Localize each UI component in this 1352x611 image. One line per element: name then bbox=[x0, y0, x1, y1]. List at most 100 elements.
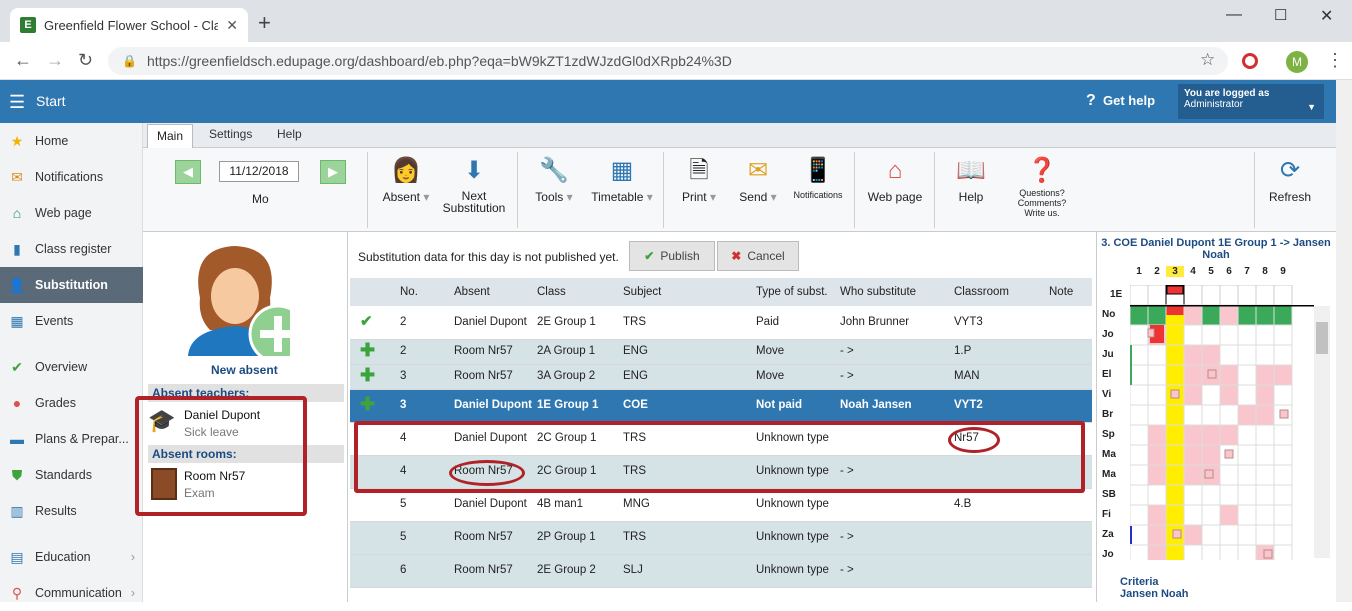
grid-cell bbox=[1147, 364, 1167, 386]
print-button[interactable]: 🗎 Print ▾ bbox=[676, 154, 722, 204]
absent-button[interactable]: 👩 Absent ▾ bbox=[378, 154, 434, 204]
tab-close-icon[interactable]: ✕ bbox=[226, 17, 238, 34]
tab-help[interactable]: Help bbox=[277, 127, 302, 141]
new-absent-link[interactable]: New absent bbox=[211, 363, 278, 377]
reload-icon[interactable]: ↻ bbox=[78, 50, 93, 71]
teacher-row-label[interactable]: Vi bbox=[1102, 389, 1111, 400]
cell-type: Unknown type bbox=[752, 521, 836, 555]
omnibox[interactable]: 🔒 https://greenfieldsch.edupage.org/dash… bbox=[108, 47, 1228, 75]
conflict-marker bbox=[1170, 389, 1180, 399]
refresh-label: Refresh bbox=[1268, 190, 1312, 204]
teacher-row-label[interactable]: El bbox=[1102, 369, 1111, 380]
sidebar-item-grades[interactable]: ● Grades bbox=[0, 385, 143, 421]
table-row[interactable]: ✚ 3 Room Nr57 3A Group 2 ENG Move - > MAN bbox=[350, 364, 1092, 390]
plus-icon[interactable]: ✚ bbox=[350, 389, 396, 423]
table-row[interactable]: ✔ 2 Daniel Dupont 2E Group 1 TRS Paid John Bru… bbox=[350, 306, 1092, 340]
new-tab-icon[interactable]: + bbox=[258, 10, 271, 36]
sidebar-item-events[interactable]: ▦ Events bbox=[0, 303, 143, 339]
teacher-avatar-icon[interactable] bbox=[180, 238, 290, 356]
sidebar-item-results[interactable]: ▥ Results bbox=[0, 493, 143, 529]
grid-cell bbox=[1255, 484, 1275, 506]
highlight-box bbox=[135, 396, 307, 516]
class-label: 1E bbox=[1110, 289, 1123, 300]
timetable-button[interactable]: ▦ Timetable ▾ bbox=[586, 154, 658, 204]
profile-avatar[interactable]: M bbox=[1286, 51, 1308, 73]
url-text[interactable]: https://greenfieldsch.edupage.org/dashbo… bbox=[147, 53, 732, 69]
next-substitution-button[interactable]: ⬇ Next Substitution bbox=[440, 154, 508, 214]
grid-scroll-thumb[interactable] bbox=[1316, 322, 1328, 354]
sidebar-item-education[interactable]: ▤ Education › bbox=[0, 539, 143, 575]
sidebar-item-web-page[interactable]: ⌂ Web page bbox=[0, 195, 143, 231]
conflict-marker bbox=[1263, 549, 1273, 559]
teacher-row-label[interactable]: Ma bbox=[1102, 469, 1116, 480]
grid-cell bbox=[1130, 324, 1149, 346]
sidebar-item-standards[interactable]: ⛊ Standards bbox=[0, 457, 143, 493]
sidebar-item-home[interactable]: ★ Home bbox=[0, 123, 143, 159]
teacher-row-label[interactable]: Sp bbox=[1102, 429, 1115, 440]
check-icon[interactable]: ✔ bbox=[350, 306, 396, 340]
sidebar-item-class-register[interactable]: ▮ Class register bbox=[0, 231, 143, 267]
sidebar-item-substitution[interactable]: 👤 Substitution bbox=[0, 267, 143, 303]
prev-day-button[interactable]: ◀ bbox=[175, 160, 201, 184]
get-help-button[interactable]: ? Get help bbox=[1086, 92, 1155, 110]
cancel-button[interactable]: ✖ Cancel bbox=[717, 241, 799, 271]
table-row[interactable]: 6 Room Nr57 2E Group 2 SLJ Unknown type - > bbox=[350, 554, 1092, 588]
grid-cell bbox=[1273, 444, 1293, 466]
bookmark-star-icon[interactable]: ☆ bbox=[1200, 50, 1215, 70]
tab-main[interactable]: Main bbox=[147, 124, 193, 148]
record-icon[interactable] bbox=[1242, 53, 1258, 69]
minimize-icon[interactable]: — bbox=[1226, 6, 1242, 24]
browser-menu-icon[interactable]: ⋮ bbox=[1326, 50, 1344, 71]
notifications-button[interactable]: 📱 Notifications bbox=[790, 154, 846, 200]
grid-cell bbox=[1147, 424, 1167, 446]
questions-button[interactable]: ❓ Questions? Comments? Write us. bbox=[1008, 154, 1076, 218]
cell-class: 3A Group 2 bbox=[533, 364, 619, 390]
web-page-button[interactable]: ⌂ Web page bbox=[864, 154, 926, 204]
hamburger-icon[interactable]: ☰ bbox=[9, 92, 25, 113]
tools-button[interactable]: 🔧 Tools ▾ bbox=[528, 154, 580, 204]
teacher-row-label[interactable]: Ma bbox=[1102, 449, 1116, 460]
login-box[interactable]: You are logged as Administrator ▼ bbox=[1178, 84, 1324, 119]
help-button[interactable]: 📖 Help bbox=[948, 154, 994, 204]
sidebar-item-communication[interactable]: ⚲ Communication › bbox=[0, 575, 143, 611]
table-row[interactable]: ✚ 2 Room Nr57 2A Group 1 ENG Move - >1.P bbox=[350, 339, 1092, 365]
refresh-button[interactable]: ⟳ Refresh bbox=[1264, 154, 1316, 204]
sidebar-item-overview[interactable]: ✔ Overview bbox=[0, 349, 143, 385]
teacher-row-label[interactable]: Jo bbox=[1102, 549, 1114, 560]
teacher-row-label[interactable]: SB bbox=[1102, 489, 1116, 500]
forward-icon[interactable]: → bbox=[46, 50, 64, 71]
tab-settings[interactable]: Settings bbox=[209, 127, 252, 141]
page-scrollbar[interactable] bbox=[1336, 80, 1352, 602]
teacher-row-label[interactable]: Ju bbox=[1102, 349, 1114, 360]
sidebar-item-plans-prepar[interactable]: ▬ Plans & Prepar... bbox=[0, 421, 143, 457]
refresh-icon: ⟳ bbox=[1279, 157, 1301, 184]
maximize-icon[interactable]: ☐ bbox=[1274, 6, 1287, 24]
plus-icon[interactable]: ✚ bbox=[350, 364, 396, 390]
teacher-row-label[interactable]: Fi bbox=[1102, 509, 1111, 520]
browser-tab[interactable]: E Greenfield Flower School - Class ✕ bbox=[10, 8, 248, 42]
user-icon: 👤 bbox=[8, 276, 26, 293]
publish-button[interactable]: ✔ Publish bbox=[629, 241, 715, 271]
row-mark bbox=[350, 554, 396, 588]
ribbon-tabs bbox=[143, 123, 1336, 148]
plus-icon[interactable]: ✚ bbox=[350, 339, 396, 365]
teacher-row-label[interactable]: Jo bbox=[1102, 329, 1114, 340]
cell-who: Noah Jansen bbox=[836, 389, 950, 423]
teacher-row-label[interactable]: Br bbox=[1102, 409, 1113, 420]
teacher-row-label[interactable]: No bbox=[1102, 309, 1115, 320]
start-label[interactable]: Start bbox=[36, 93, 66, 109]
teacher-row-label[interactable]: Za bbox=[1102, 529, 1114, 540]
next-day-button[interactable]: ▶ bbox=[320, 160, 346, 184]
phone-icon: 📱 bbox=[803, 157, 833, 184]
back-icon[interactable]: ← bbox=[14, 50, 32, 71]
send-button[interactable]: ✉ Send ▾ bbox=[734, 154, 782, 204]
table-row[interactable]: 5 Room Nr57 2P Group 1 TRS Unknown type - > bbox=[350, 521, 1092, 555]
teacher-availability-grid[interactable] bbox=[1130, 285, 1314, 560]
close-window-icon[interactable]: ✕ bbox=[1320, 6, 1333, 26]
sidebar-item-notifications[interactable]: ✉ Notifications bbox=[0, 159, 143, 195]
date-input[interactable]: 11/12/2018 bbox=[219, 161, 299, 182]
table-row[interactable]: ✚ 3 Daniel Dupont 1E Group 1 COE Not paid Noah… bbox=[350, 389, 1092, 423]
grid-cell bbox=[1237, 304, 1257, 326]
grid-cell bbox=[1147, 464, 1167, 486]
conflict-marker bbox=[1224, 449, 1234, 459]
